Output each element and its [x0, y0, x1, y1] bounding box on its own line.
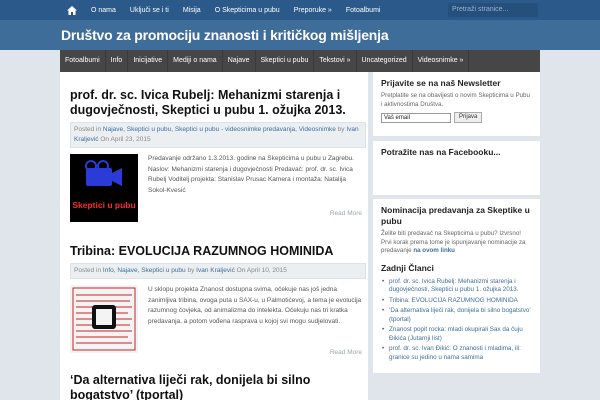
menu-item[interactable]: Mediji o nama — [168, 50, 223, 72]
thumbnail-logo-text: Skeptici u pubu — [72, 200, 135, 210]
facebook-widget: Potražite nas na Facebooku... — [373, 141, 540, 195]
post-body: U sklopu projekta Znanost dostupna svima… — [70, 285, 368, 356]
top-nav-item[interactable]: O nama — [84, 7, 123, 14]
post-title[interactable]: ‘Da alternativa liječi rak, donijela bi … — [70, 373, 368, 400]
post-meta: Posted in Najave, Skeptici u pubu, Skept… — [70, 122, 366, 148]
post-date: April 23, 2015 — [110, 136, 151, 143]
post-excerpt: U sklopu projekta Znanost dostupna svima… — [148, 286, 362, 325]
top-nav-item[interactable]: Uključi se i ti — [123, 7, 176, 14]
nomination-widget: Nominacija predavanja za Skeptike u pubu… — [373, 199, 540, 373]
latest-post-link[interactable]: Tribina: EVOLUCIJA RAZUMNOG HOMINIDA — [381, 297, 532, 306]
top-bar: O nama Uključi se i ti Misija O Skeptici… — [0, 0, 600, 20]
site-header: Društvo za promociju znanosti i kritičko… — [0, 20, 600, 50]
menu-item[interactable]: Inicijative — [128, 50, 169, 72]
site-title[interactable]: Društvo za promociju znanosti i kritičko… — [61, 27, 389, 43]
meta-label: Posted in — [74, 267, 102, 274]
widget-text: Pretplatite se na obavijesti o novim Ske… — [381, 92, 530, 108]
menu-item[interactable]: Info — [106, 50, 129, 72]
content-area: prof. dr. sc. Ivica Rubelj: Mehanizmi st… — [60, 72, 368, 400]
meta-label: Posted in — [74, 126, 102, 133]
sidebar: Prijavite se na naš Newsletter Pretplati… — [373, 72, 540, 400]
latest-post-link[interactable]: prof. dr. sc. Ivica Rubelj: Mehanizmi st… — [381, 278, 532, 295]
post-author[interactable]: Ivan Kraljević — [196, 267, 235, 274]
meta-label: On — [236, 267, 246, 274]
read-more-link[interactable]: Read More — [330, 210, 362, 217]
widget-title[interactable]: Potražite nas na Facebooku... — [381, 147, 532, 158]
latest-post-link[interactable]: ‘Da alternativa liječi rak, donijela bi … — [381, 307, 532, 324]
post-meta: Posted in Info, Najave, Skeptici u pubu … — [70, 263, 366, 279]
latest-posts-title: Zadnji Članci — [381, 262, 434, 273]
widget-title: Nominacija predavanja za Skeptike u pubu — [381, 205, 530, 226]
top-nav-item[interactable]: Fotoalbumi — [339, 7, 388, 14]
menu-item[interactable]: Tekstovi » — [314, 50, 357, 72]
post: prof. dr. sc. Ivica Rubelj: Mehanizmi st… — [70, 88, 368, 222]
meta-label: by — [337, 126, 345, 133]
menu-item[interactable]: Videosnimke » — [413, 50, 470, 72]
top-nav-item[interactable]: Preporuke » — [287, 7, 339, 14]
menu-item[interactable]: Najave — [223, 50, 256, 72]
home-icon[interactable] — [60, 0, 84, 20]
post-categories[interactable]: Info, Najave, Skeptici u pubu — [103, 267, 186, 274]
widget-title: Prijavite se na naš Newsletter — [381, 78, 501, 88]
latest-posts-list: prof. dr. sc. Ivica Rubelj: Mehanizmi st… — [381, 278, 532, 363]
latest-post-link[interactable]: prof. dr. sc. Ivan Đikić: O znanosti i m… — [381, 345, 532, 362]
menu-item[interactable]: Fotoalbumi — [60, 50, 106, 72]
post-title[interactable]: prof. dr. sc. Ivica Rubelj: Mehanizmi st… — [70, 88, 368, 118]
newsletter-form: Vaš email Prijava — [381, 112, 532, 123]
nomination-link[interactable]: na ovom linku — [413, 247, 455, 254]
widget-text: Želite biti predavač na Skepticima u pub… — [381, 230, 532, 256]
menu-item[interactable]: Uncategorized — [357, 50, 413, 72]
main-menu: Fotoalbumi Info Inicijative Mediji o nam… — [60, 50, 540, 72]
post: ‘Da alternativa liječi rak, donijela bi … — [70, 373, 368, 400]
latest-post-link[interactable]: Znanost popit rocka: mladi okupirali Sax… — [381, 326, 532, 343]
subscribe-button[interactable]: Prijava — [454, 112, 483, 123]
read-more-link[interactable]: Read More — [330, 349, 362, 356]
email-field[interactable]: Vaš email — [381, 112, 451, 123]
menu-item[interactable]: Skeptici u pubu — [256, 50, 315, 72]
post-title[interactable]: Tribina: EVOLUCIJA RAZUMNOG HOMINIDA — [70, 244, 368, 259]
post-thumbnail[interactable] — [70, 285, 138, 353]
newsletter-widget: Prijavite se na naš Newsletter Pretplati… — [373, 72, 540, 136]
meta-label: On — [100, 136, 110, 143]
post-date: April 10, 2015 — [246, 267, 287, 274]
search-input[interactable]: Pretraži stranice... — [448, 3, 538, 17]
meta-label: by — [187, 267, 195, 274]
top-nav-item[interactable]: O Skepticima u pubu — [208, 7, 287, 14]
post-body: Skeptici u pubu Predavanje održano 1.3.2… — [70, 154, 368, 222]
post-thumbnail[interactable]: Skeptici u pubu — [70, 154, 138, 222]
top-nav: O nama Uključi se i ti Misija O Skeptici… — [84, 0, 387, 20]
top-nav-item[interactable]: Misija — [176, 7, 208, 14]
post-categories[interactable]: Najave, Skeptici u pubu, Skeptici u pubu… — [103, 126, 336, 133]
post: Tribina: EVOLUCIJA RAZUMNOG HOMINIDA Pos… — [70, 244, 368, 356]
